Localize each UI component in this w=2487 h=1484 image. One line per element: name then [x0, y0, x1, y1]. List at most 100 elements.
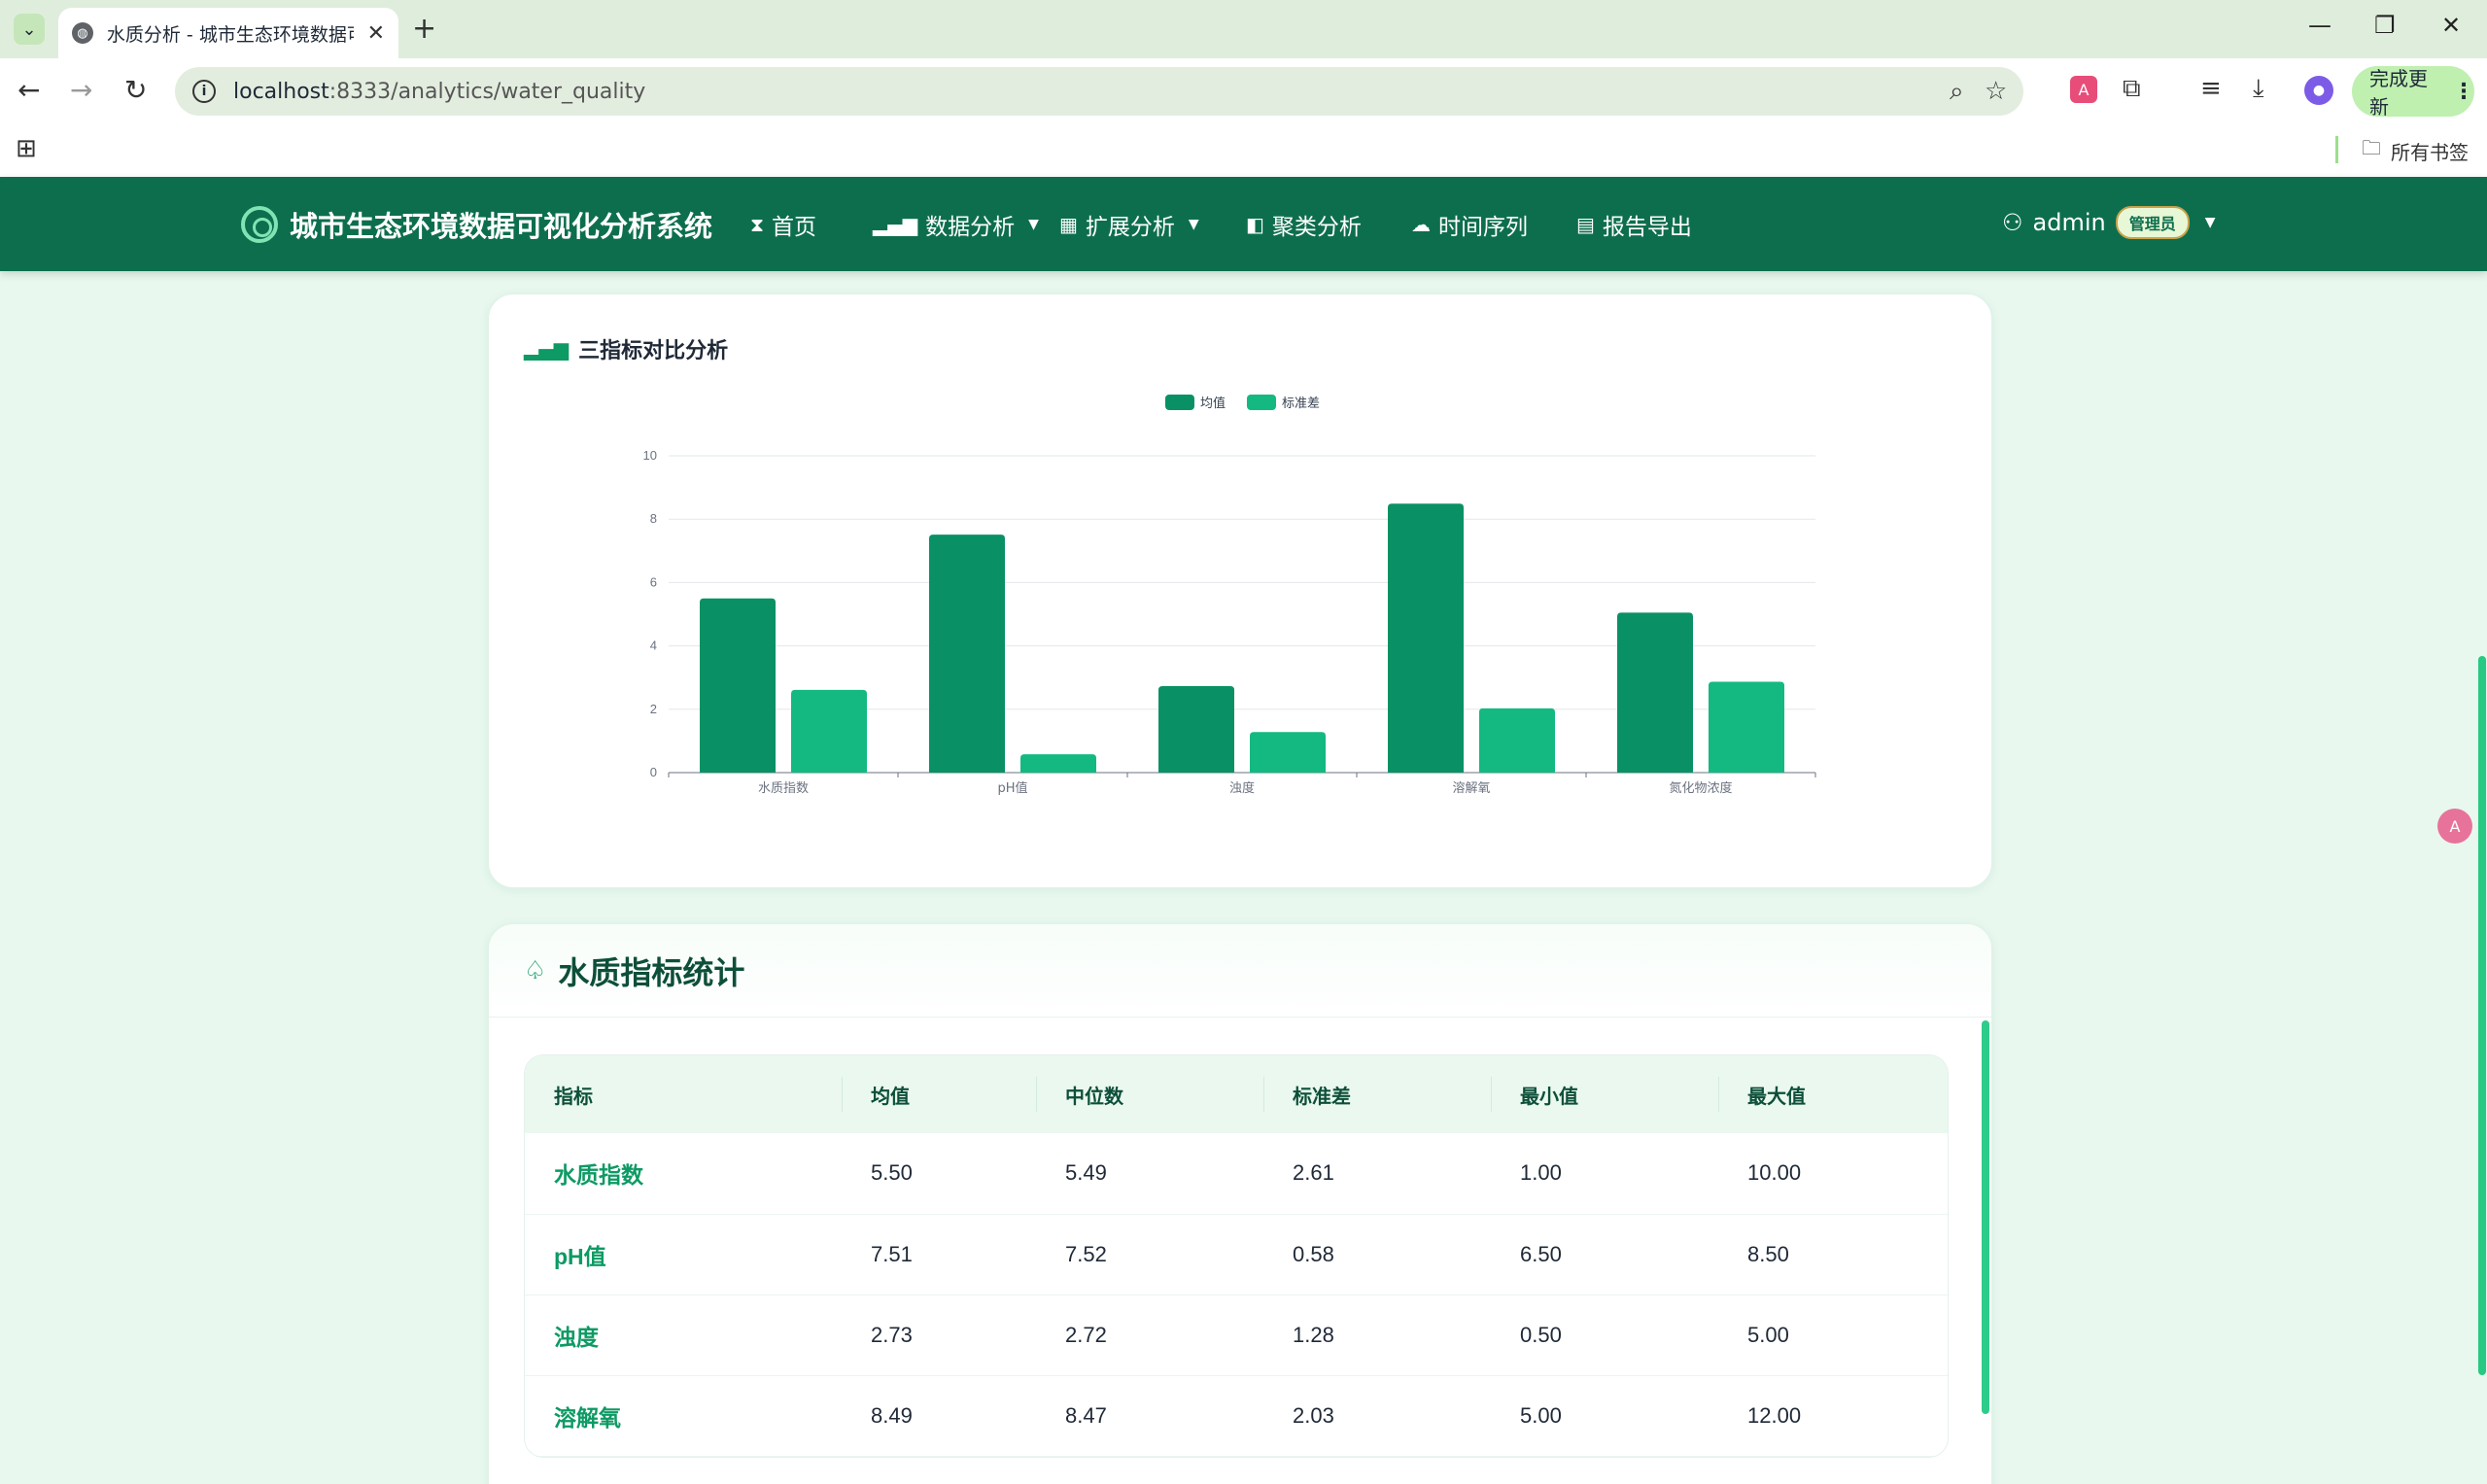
- brand[interactable]: 城市生态环境数据可视化分析系统: [241, 204, 712, 245]
- bar: [1158, 686, 1234, 773]
- user-icon: ⚇: [2002, 209, 2023, 236]
- download-icon[interactable]: ⤓: [2253, 74, 2264, 104]
- table-cell: 5.00: [1747, 1322, 1789, 1347]
- nav-time-series-label: 时间序列: [1438, 215, 1528, 240]
- table-cell: 0.58: [1293, 1241, 1334, 1266]
- bookmark-star-icon[interactable]: ☆: [1985, 77, 2007, 106]
- update-button[interactable]: 完成更新 ⋮: [2352, 66, 2474, 119]
- table-cell: 1.00: [1520, 1160, 1562, 1186]
- table-cell: 5.00: [1520, 1402, 1562, 1428]
- bar: [1709, 681, 1784, 773]
- document-icon: ▤: [1576, 213, 1595, 236]
- nav-cluster-analysis[interactable]: ◧ 聚类分析: [1246, 208, 1362, 241]
- restore-icon[interactable]: ❐: [2374, 12, 2396, 39]
- table-cell: 6.50: [1520, 1241, 1562, 1266]
- table-cell: 2.61: [1293, 1160, 1334, 1186]
- metric-name: 浊度: [554, 1324, 599, 1350]
- table-cell: 7.51: [871, 1241, 913, 1266]
- forward-icon[interactable]: →: [70, 74, 92, 106]
- metric-name: pH值: [554, 1243, 606, 1269]
- column-header: 中位数: [1036, 1055, 1263, 1133]
- caret-down-icon: ▼: [1028, 217, 1039, 232]
- x-tick-label: 溶解氧: [1452, 781, 1490, 796]
- stats-title: 水质指标统计: [558, 953, 745, 991]
- brand-title: 城市生态环境数据可视化分析系统: [290, 210, 713, 243]
- apps-grid-icon[interactable]: ⊞: [16, 134, 37, 163]
- site-info-icon[interactable]: i: [192, 80, 216, 103]
- legend-label: 均值: [1200, 396, 1226, 411]
- close-window-icon[interactable]: ✕: [2441, 12, 2461, 39]
- bar: [1617, 612, 1693, 773]
- new-tab-icon[interactable]: +: [412, 12, 436, 46]
- y-tick-label: 0: [650, 765, 657, 779]
- bar: [700, 598, 776, 773]
- x-tick-label: 水质指数: [758, 781, 809, 796]
- url-host: localhost: [233, 79, 329, 104]
- table-header-row: 指标 均值 中位数 标准差 最小值 最大值: [525, 1055, 1948, 1133]
- hourglass-icon: ⧗: [750, 213, 765, 236]
- extensions-icon[interactable]: ⧉: [2123, 74, 2141, 104]
- column-header: 均值: [842, 1055, 1036, 1133]
- back-icon[interactable]: ←: [17, 74, 40, 106]
- browser-tab[interactable]: ◍ 水质分析 - 城市生态环境数据可 ✕: [58, 8, 398, 58]
- update-label: 完成更新: [2369, 67, 2428, 119]
- nav-time-series[interactable]: ☁ 时间序列: [1411, 208, 1528, 241]
- user-menu[interactable]: ⚇ admin 管理员 ▼: [2002, 206, 2216, 239]
- address-bar[interactable]: i localhost:8333/analytics/water_quality…: [175, 67, 2023, 116]
- nav-cluster-analysis-label: 聚类分析: [1271, 215, 1362, 240]
- page-scrollbar-thumb[interactable]: [2478, 656, 2486, 1375]
- nav-home[interactable]: ⧗ 首页: [750, 208, 816, 241]
- browser-toolbar: ← → ↻ i localhost:8333/analytics/water_q…: [0, 58, 2487, 124]
- cloud-icon: ☁: [1411, 213, 1431, 236]
- bar: [1388, 503, 1464, 773]
- floating-translate-icon[interactable]: A: [2437, 809, 2472, 844]
- browser-tab-bar: ⌄ ◍ 水质分析 - 城市生态环境数据可 ✕ + — ❐ ✕: [0, 0, 2487, 58]
- nav-extended-analysis[interactable]: ▦ 扩展分析 ▼: [1059, 208, 1199, 241]
- comparison-chart-card: ▂▄▆ 三指标对比分析 0 2 4 6 8 10 水质指数 pH值 浊度 溶解氧 氮化物浓度 均值 标准…: [488, 293, 1992, 888]
- profile-avatar[interactable]: ●: [2304, 76, 2333, 105]
- minimize-icon[interactable]: —: [2308, 12, 2332, 39]
- table-row: 浊度 2.73 2.72 1.28 0.50 5.00: [525, 1294, 1948, 1375]
- zoom-icon[interactable]: ⌕: [1950, 77, 1964, 107]
- tab-close-icon[interactable]: ✕: [367, 21, 385, 46]
- table-row: 水质指数 5.50 5.49 2.61 1.00 10.00: [525, 1133, 1948, 1214]
- all-bookmarks-folder[interactable]: 🗀 所有书签: [2362, 134, 2469, 167]
- y-tick-label: 8: [650, 511, 657, 526]
- table-cell: 0.50: [1520, 1322, 1562, 1347]
- table-cell: 2.03: [1293, 1402, 1334, 1428]
- table-cell: 1.28: [1293, 1322, 1334, 1347]
- menu-dots-icon: ⋮: [2453, 79, 2474, 104]
- media-playlist-icon[interactable]: ≡: [2200, 74, 2222, 103]
- nav-home-label: 首页: [772, 215, 817, 240]
- tab-search-dropdown-icon[interactable]: ⌄: [14, 14, 45, 45]
- x-tick-label: 浊度: [1229, 780, 1255, 796]
- bar: [1479, 707, 1555, 773]
- y-tick-label: 4: [650, 638, 657, 653]
- url-path: :8333/analytics/water_quality: [328, 79, 646, 104]
- table-row: pH值 7.51 7.52 0.58 6.50 8.50: [525, 1214, 1948, 1294]
- stats-card-header: ♤ 水质指标统计: [489, 924, 1991, 1018]
- bookmarks-divider: [2335, 136, 2338, 163]
- grid-icon: ▦: [1059, 213, 1078, 236]
- bar: [929, 535, 1005, 773]
- table-cell: 7.52: [1065, 1241, 1107, 1266]
- water-drop-icon: ♤: [524, 955, 547, 985]
- translate-extension-icon[interactable]: A: [2070, 76, 2097, 103]
- stats-scrollbar-thumb[interactable]: [1982, 1020, 1989, 1414]
- column-header: 最小值: [1491, 1055, 1718, 1133]
- y-tick-label: 6: [650, 574, 657, 589]
- table-cell: 12.00: [1747, 1402, 1802, 1428]
- water-quality-stats-card: ♤ 水质指标统计 指标 均值 中位数 标准差 最小值 最大值 水质指数 5.50…: [488, 923, 1992, 1484]
- reload-icon[interactable]: ↻: [124, 74, 147, 106]
- panel-icon: ◧: [1246, 213, 1264, 236]
- nav-report-export[interactable]: ▤ 报告导出: [1576, 208, 1692, 241]
- eco-logo-icon: [241, 206, 278, 243]
- tab-title: 水质分析 - 城市生态环境数据可: [106, 23, 354, 46]
- bar: [1020, 754, 1096, 773]
- nav-data-analysis[interactable]: ▂▄▆ 数据分析 ▼: [873, 208, 1039, 241]
- caret-down-icon: ▼: [1188, 217, 1199, 232]
- table-cell: 2.72: [1065, 1322, 1107, 1347]
- legend-swatch: [1247, 395, 1276, 410]
- bookmarks-bar: ⊞ 🗀 所有书签: [0, 124, 2487, 177]
- bookmarks-folder-label: 所有书签: [2391, 140, 2469, 164]
